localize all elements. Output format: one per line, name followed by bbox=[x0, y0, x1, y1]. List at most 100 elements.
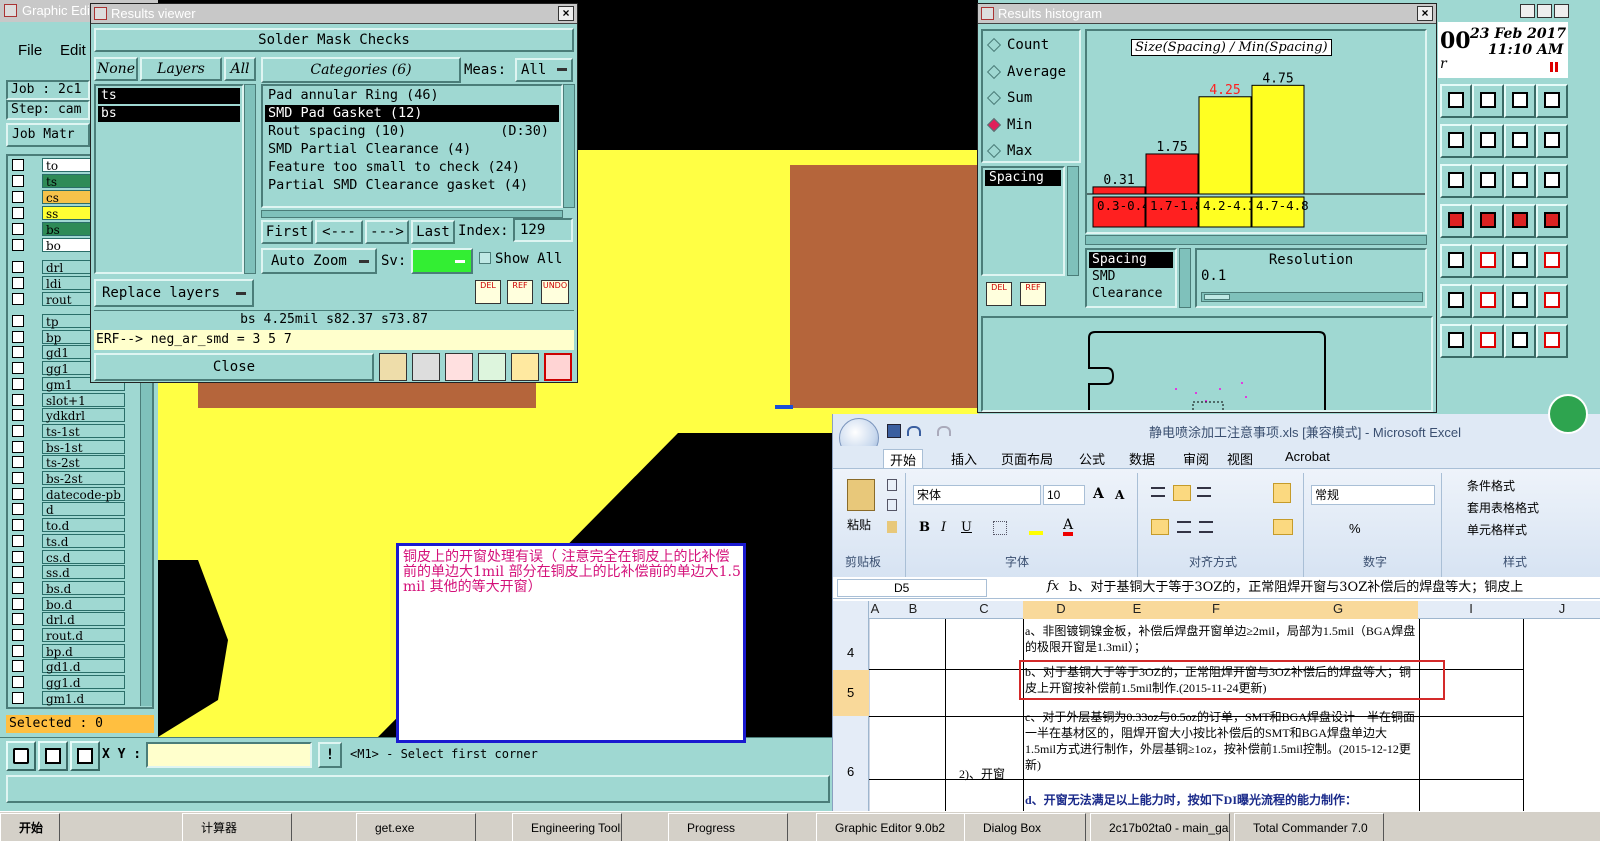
ribbon-tab[interactable]: 页面布局 bbox=[995, 449, 1059, 468]
hist-ref-button[interactable]: REF bbox=[1020, 282, 1046, 306]
column-header[interactable]: I bbox=[1419, 601, 1523, 617]
layers-button[interactable]: Layers bbox=[140, 57, 222, 81]
ruler-icon[interactable] bbox=[1440, 164, 1472, 198]
float-badge[interactable] bbox=[1548, 394, 1588, 434]
ref-button[interactable]: REF bbox=[507, 280, 533, 304]
scan-icon[interactable] bbox=[1536, 84, 1568, 118]
row-4-header[interactable]: 4 bbox=[847, 645, 854, 660]
column-header[interactable]: J bbox=[1523, 601, 1600, 617]
layers-listbox[interactable]: ts bs bbox=[94, 84, 244, 274]
move-icon[interactable] bbox=[1472, 284, 1504, 318]
layer-checkbox[interactable] bbox=[12, 456, 24, 469]
bold-button[interactable]: B bbox=[919, 520, 930, 535]
layer-checkbox[interactable] bbox=[12, 440, 24, 453]
menu-edit[interactable]: Edit bbox=[60, 42, 86, 59]
mode-radio[interactable]: Max bbox=[986, 143, 1079, 161]
categories-scrollbar[interactable] bbox=[563, 84, 575, 208]
close-icon[interactable]: × bbox=[1417, 6, 1433, 21]
print-icon[interactable] bbox=[1440, 84, 1472, 118]
ribbon-tab[interactable]: 数据 bbox=[1123, 449, 1161, 468]
measure-smd[interactable]: SMD bbox=[1089, 268, 1173, 285]
layer-row[interactable]: ts-1st bbox=[12, 423, 125, 439]
refresh-icon[interactable] bbox=[1536, 204, 1568, 238]
layer-row[interactable]: gm1.d bbox=[12, 690, 125, 706]
show-all-checkbox[interactable] bbox=[479, 252, 491, 264]
align-top-icon[interactable] bbox=[1151, 487, 1165, 497]
step-icon[interactable] bbox=[1536, 284, 1568, 318]
redo-icon[interactable] bbox=[937, 426, 951, 436]
report-icon[interactable] bbox=[511, 353, 539, 381]
name-box[interactable]: D5 bbox=[837, 579, 987, 597]
layer-row[interactable]: ts.d bbox=[12, 533, 125, 549]
align-right-icon[interactable] bbox=[1199, 521, 1213, 533]
measure-type-listbox[interactable]: Spacing SMD Clearance bbox=[1085, 248, 1177, 308]
layer-row[interactable]: datecode-pb bbox=[12, 486, 125, 502]
route-icon[interactable] bbox=[1504, 244, 1536, 278]
layer-row[interactable]: ts-2st bbox=[12, 455, 125, 470]
cell-d4[interactable]: a、非图镀铜镍金板，补偿后焊盘开窗单边≥2mil，局部为1.5mil（BGA焊盘… bbox=[1025, 623, 1417, 655]
histogram-bar[interactable] bbox=[1145, 153, 1199, 195]
layer-checkbox[interactable] bbox=[12, 315, 24, 327]
formula-input[interactable]: b、对于基铜大于等于3OZ的，正常阻焊开窗与3OZ补偿后的焊盘等大；铜皮上 bbox=[1069, 578, 1600, 598]
layer-checkbox[interactable] bbox=[12, 223, 24, 235]
job-matrix-button[interactable]: Job Matr bbox=[6, 123, 90, 147]
layer-row[interactable]: slot+1 bbox=[12, 392, 125, 408]
warn-icon[interactable] bbox=[1504, 324, 1536, 358]
ribbon-tab[interactable]: Acrobat bbox=[1279, 449, 1336, 464]
grid-icon[interactable] bbox=[1536, 324, 1568, 358]
layer-row[interactable]: bs.d bbox=[12, 580, 125, 596]
layer-row[interactable]: gg1.d bbox=[12, 675, 125, 690]
column-header[interactable]: G bbox=[1257, 601, 1419, 617]
drill-icon[interactable] bbox=[1472, 164, 1504, 198]
row-6-header[interactable]: 6 bbox=[847, 764, 854, 779]
column-header[interactable]: B bbox=[881, 601, 945, 617]
taskbar-button[interactable]: 计算器 bbox=[182, 813, 292, 841]
select-icon[interactable] bbox=[1504, 164, 1536, 198]
layer-checkbox[interactable] bbox=[12, 377, 24, 390]
taskbar-button[interactable]: Engineering Toolkit 9 bbox=[512, 813, 622, 841]
cross-icon[interactable] bbox=[1472, 204, 1504, 238]
grid-tool-button[interactable] bbox=[70, 741, 100, 771]
categories-hscroll[interactable] bbox=[261, 210, 563, 218]
first-button[interactable]: First bbox=[261, 220, 313, 244]
wrap-text-icon[interactable] bbox=[1273, 483, 1291, 503]
line-icon[interactable] bbox=[1504, 204, 1536, 238]
layer-checkbox[interactable] bbox=[12, 597, 24, 610]
layer-row[interactable]: ydkdrl bbox=[12, 408, 125, 423]
category-item[interactable]: Pad annular Ring (46) bbox=[265, 87, 559, 104]
category-item[interactable]: Partial SMD Clearance gasket (4) bbox=[265, 177, 559, 194]
column-header[interactable]: E bbox=[1099, 601, 1175, 617]
copy-icon[interactable] bbox=[887, 499, 897, 511]
table-format-button[interactable]: 套用表格格式 bbox=[1467, 499, 1539, 516]
function-icon[interactable]: fx bbox=[1047, 579, 1059, 594]
result-layer-item[interactable]: bs bbox=[98, 106, 240, 122]
layer-checkbox[interactable] bbox=[12, 691, 24, 704]
category-item[interactable]: Rout spacing (10) (D:30) bbox=[265, 123, 559, 140]
taskbar-button[interactable]: get.exe bbox=[356, 813, 476, 841]
layer-row[interactable]: bs-2st bbox=[12, 471, 125, 486]
ribbon-tab[interactable]: 公式 bbox=[1073, 449, 1111, 468]
layer-checkbox[interactable] bbox=[12, 644, 24, 657]
font-size-dropdown[interactable]: 10 bbox=[1043, 485, 1085, 505]
column-header[interactable]: D bbox=[1023, 601, 1099, 617]
layer-checkbox[interactable] bbox=[12, 207, 24, 219]
column-header[interactable]: F bbox=[1175, 601, 1257, 617]
save-icon[interactable] bbox=[887, 424, 901, 438]
layer-checkbox[interactable] bbox=[12, 519, 24, 532]
measure-tool-button[interactable] bbox=[38, 741, 68, 771]
close-icon[interactable]: × bbox=[558, 6, 574, 21]
layer-checkbox[interactable] bbox=[12, 393, 24, 406]
layer-checkbox[interactable] bbox=[12, 409, 24, 422]
categories-button[interactable]: Categories (6) bbox=[261, 57, 461, 83]
layer-checkbox[interactable] bbox=[12, 159, 24, 171]
layer-checkbox[interactable] bbox=[12, 239, 24, 251]
row-5-header[interactable]: 5 bbox=[847, 685, 854, 700]
layer-row[interactable]: gd1.d bbox=[12, 659, 125, 674]
ribbon-tab[interactable]: 视图 bbox=[1221, 449, 1259, 468]
histogram-hscroll[interactable] bbox=[1085, 235, 1427, 245]
panel-icon[interactable] bbox=[1536, 164, 1568, 198]
ribbon-tab[interactable]: 审阅 bbox=[1177, 449, 1215, 468]
underline-button[interactable]: U bbox=[961, 520, 972, 535]
layer-row[interactable]: cs.d bbox=[12, 549, 125, 565]
align-bottom-icon[interactable] bbox=[1197, 487, 1211, 497]
